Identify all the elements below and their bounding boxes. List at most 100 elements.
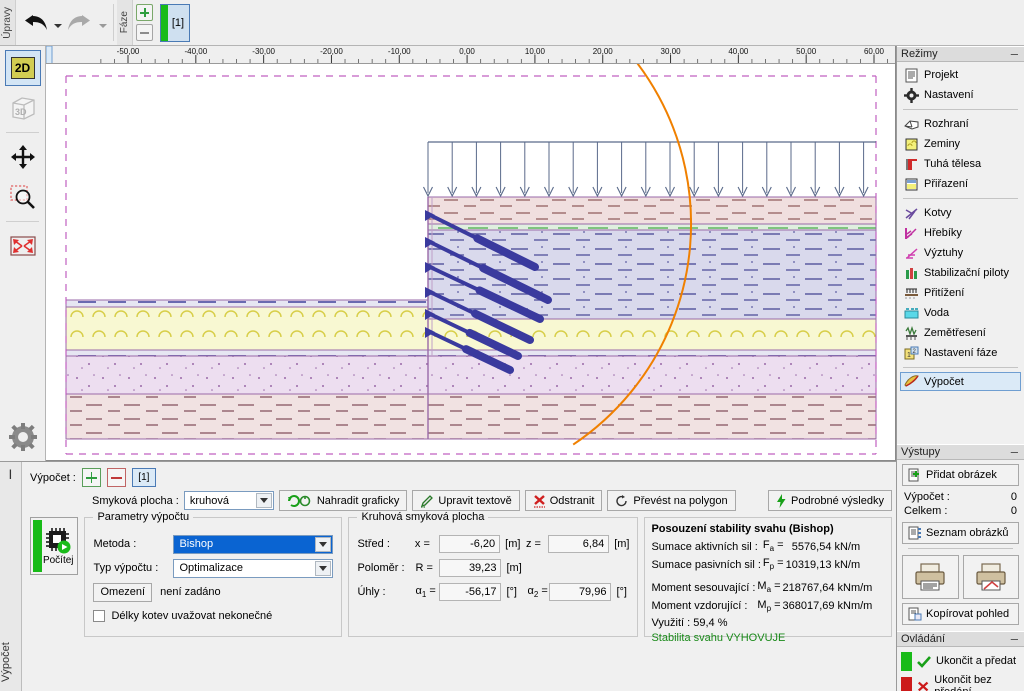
alpha2-unit: [°] — [616, 586, 627, 598]
pan-move-button[interactable] — [5, 139, 41, 175]
fp-label: Sumace pasivních sil : — [651, 558, 761, 571]
remove-calculation-button[interactable] — [106, 468, 126, 487]
sidebar-item-projekt[interactable]: Projekt — [897, 65, 1024, 85]
calculation-parameters-group: Parametry výpočtu Metoda : Bishop Typ vý… — [84, 511, 343, 637]
remove-phase-button[interactable] — [136, 24, 153, 41]
ma-unit: kNm/m — [837, 581, 873, 594]
run-analysis-icon — [46, 527, 71, 553]
method-value: Bishop — [179, 538, 214, 550]
finish-nopass-label: Ukončit bez předání — [934, 674, 992, 691]
sidebar-item-zem-t-esen-[interactable]: Zemětřesení — [897, 323, 1024, 343]
view-settings-button[interactable] — [5, 419, 41, 455]
restriction-value: není zadáno — [160, 586, 221, 598]
verdict-text: Stabilita svahu VYHOVUJE — [651, 631, 786, 644]
chevron-down-icon[interactable] — [255, 493, 272, 508]
sidebar-item-rozhran-[interactable]: Rozhraní — [897, 114, 1024, 134]
pencil-icon — [421, 494, 434, 508]
alpha2-label: α2 = — [527, 584, 548, 600]
center-x-input[interactable]: -6,20 — [438, 535, 501, 553]
add-phase-button[interactable] — [136, 4, 153, 21]
zoom-window-icon — [9, 185, 35, 209]
results-heading: Posouzení stability svahu (Bishop) — [651, 523, 834, 535]
picture-list-button[interactable]: Seznam obrázků — [902, 522, 1019, 544]
infinite-anchors-checkbox[interactable] — [93, 610, 106, 622]
alpha2-input[interactable]: 79,96 — [549, 583, 612, 601]
sidebar-item-p-i-azen-[interactable]: Přiřazení — [897, 174, 1024, 194]
bottom-tab-marker: | — [9, 469, 12, 480]
sidebar-item-p-it-en-[interactable]: Přitížení — [897, 283, 1024, 303]
edit-textually-button[interactable]: Upravit textově — [412, 490, 520, 511]
sidebar-item-nastaven-f-ze[interactable]: 1 2 Nastavení fáze — [897, 343, 1024, 363]
x-unit: [m] — [505, 538, 521, 550]
svg-text:-50,00: -50,00 — [117, 47, 140, 56]
sidebar-item-nastaven-[interactable]: Nastavení — [897, 85, 1024, 105]
control-title: Ovládání — [901, 633, 946, 645]
sidebar-item-tuh-t-lesa[interactable]: Tuhá tělesa — [897, 154, 1024, 174]
center-z-input[interactable]: 6,84 — [547, 535, 610, 553]
zoom-fit-button[interactable] — [5, 228, 41, 264]
sidebar-item-v-po-et[interactable]: Výpočet — [900, 372, 1021, 391]
run-calculation-button[interactable]: Počítej — [30, 517, 79, 575]
modes-collapse-button[interactable]: – — [1011, 47, 1020, 60]
view-2d-label: 2D — [10, 57, 35, 79]
calculation-tab-1[interactable]: [1] — [131, 468, 156, 487]
z-label: z = — [525, 538, 541, 550]
app-window: Úpravy Fáze [1] 2D 3D -50,00 -40,00 -30,… — [0, 0, 1024, 691]
chevron-down-icon[interactable] — [315, 560, 332, 576]
add-calculation-button[interactable] — [81, 468, 101, 487]
finish-and-pass-button[interactable]: Ukončit a předat — [901, 650, 1020, 672]
add-picture-button[interactable]: Přidat obrázek — [902, 464, 1019, 486]
undo-dropdown-icon[interactable] — [52, 6, 63, 40]
delete-button[interactable]: Odstranit — [524, 490, 603, 511]
sidebar-item-zeminy[interactable]: Zeminy — [897, 134, 1024, 154]
sidebar-item-label: Projekt — [924, 69, 959, 81]
drawing-area-wrapper: -50,00 -40,00 -30,00 -20,00 -10,00 0,00 10,00 2… — [46, 46, 896, 461]
bottom-tab-strip[interactable]: | Výpočet — [0, 462, 22, 691]
sidebar-item-voda[interactable]: Voda — [897, 303, 1024, 323]
calctype-row: Typ výpočtu : Optimalizace — [93, 556, 334, 580]
sidebar-item-label: Kotvy — [924, 207, 952, 219]
print-view-button[interactable] — [962, 555, 1019, 599]
sidebar-item-label: Přitížení — [924, 287, 965, 299]
print-button[interactable] — [902, 555, 959, 599]
svg-text:20,00: 20,00 — [593, 47, 614, 56]
redo-arrow-icon[interactable] — [63, 6, 97, 40]
undo-arrow-icon[interactable] — [18, 6, 52, 40]
view-2d-button[interactable]: 2D — [4, 50, 41, 86]
replace-graphically-button[interactable]: Nahradit graficky — [278, 490, 408, 511]
chevron-down-icon[interactable] — [315, 536, 332, 552]
radius-input[interactable]: 39,23 — [439, 559, 502, 577]
control-collapse-button[interactable]: – — [1011, 632, 1020, 645]
redo-dropdown-icon[interactable] — [97, 6, 108, 40]
table-row: Sumace pasivních sil : Fp = 10319,13 kN/… — [651, 556, 862, 574]
sidebar-item-kotvy[interactable]: Kotvy — [897, 203, 1024, 223]
svg-text:10,00: 10,00 — [525, 47, 546, 56]
calctype-select[interactable]: Optimalizace — [173, 558, 334, 578]
zoom-window-button[interactable] — [5, 179, 41, 215]
zoom-fit-icon — [9, 236, 36, 256]
view-3d-button[interactable]: 3D — [5, 90, 41, 126]
detailed-results-button[interactable]: Podrobné výsledky — [768, 490, 892, 511]
slope-drawing[interactable] — [46, 64, 895, 460]
alpha1-input[interactable]: -56,17 — [439, 583, 502, 601]
calctype-label: Typ výpočtu : — [93, 562, 159, 574]
convert-to-polygon-button[interactable]: Převést na polygon — [607, 490, 736, 511]
mp-value: 368017,69 — [782, 600, 835, 613]
slip-surface-select[interactable]: kruhová — [183, 491, 274, 510]
sidebar-item-v-ztuhy[interactable]: Výztuhy — [897, 243, 1024, 263]
modes-divider — [903, 198, 1018, 199]
phase-tab-1[interactable]: [1] — [160, 3, 190, 42]
svg-text:40,00: 40,00 — [728, 47, 749, 56]
calculation-toolbar: Smyková plocha : kruhová Nahradit grafic… — [30, 490, 892, 511]
sidebar-item-stabiliza-n-piloty[interactable]: Stabilizační piloty — [897, 263, 1024, 283]
restriction-button[interactable]: Omezení — [93, 582, 153, 602]
outputs-collapse-button[interactable]: – — [1011, 445, 1020, 458]
finish-without-pass-button[interactable]: Ukončit bez předání — [901, 674, 1020, 691]
method-select[interactable]: Bishop — [173, 534, 334, 554]
outputs-total-value: 0 — [1010, 505, 1017, 517]
outputs-divider — [908, 548, 1013, 549]
sidebar-item-h-eb-ky[interactable]: Hřebíky — [897, 223, 1024, 243]
detailed-results-label: Podrobné výsledky — [791, 494, 884, 507]
copy-view-button[interactable]: Kopírovat pohled — [902, 603, 1019, 625]
infinite-anchors-label: Délky kotev uvažovat nekonečné — [111, 610, 273, 622]
